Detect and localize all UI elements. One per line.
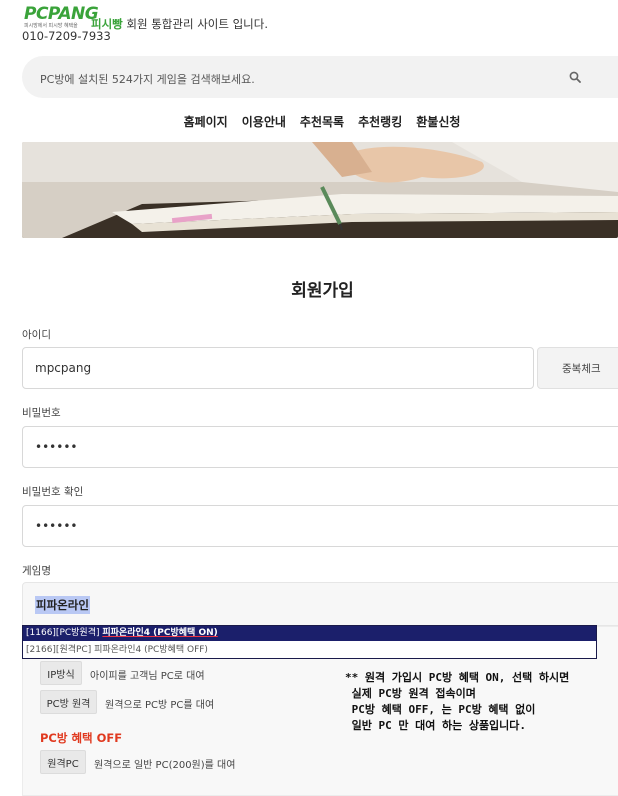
pc-remote-tag: PC방 원격 <box>40 690 97 714</box>
duplicate-check-button[interactable]: 중복체크 <box>537 347 618 389</box>
nav-home[interactable]: 홈페이지 <box>184 113 228 130</box>
password-field[interactable] <box>22 426 618 468</box>
remote-pc-tag: 원격PC <box>40 750 86 774</box>
nav-refund[interactable]: 환불신청 <box>416 113 460 130</box>
banner-illustration <box>22 142 618 238</box>
logo-text: PCPANG <box>24 4 99 24</box>
password-label: 비밀번호 <box>22 407 61 419</box>
site-tagline: 피시빵 회원 통합관리 사이트 입니다. <box>91 16 268 32</box>
password-confirm-value: •••••• <box>35 519 78 533</box>
id-value: mpcpang <box>35 361 92 375</box>
nav-recommend-list[interactable]: 추천목록 <box>300 113 344 130</box>
ip-method-tag: IP방식 <box>40 661 82 685</box>
remote-pc-desc: 원격으로 일반 PC(200원)를 대여 <box>94 760 236 771</box>
dropdown-option-pc-remote[interactable]: [1166][PC방원격] 피파온라인4 (PC방혜택 ON) <box>23 626 596 641</box>
id-label: 아이디 <box>22 329 51 341</box>
dropdown-option-remote-pc[interactable]: [2166][원격PC] 피파온라인4 (PC방혜택 OFF) <box>23 642 596 658</box>
remote-note: ** 원격 가입시 PC방 혜택 ON, 선택 하시면 실제 PC방 원격 접속… <box>345 671 570 732</box>
pc-remote-desc: 원격으로 PC방 PC를 대여 <box>105 700 215 711</box>
main-nav: 홈페이지 이용안내 추천목록 추천랭킹 환불신청 <box>0 113 618 130</box>
password-confirm-field[interactable] <box>22 505 618 547</box>
tagline-text: 회원 통합관리 사이트 입니다. <box>122 17 268 31</box>
password-confirm-label: 비밀번호 확인 <box>22 486 84 498</box>
game-name-label: 게임명 <box>22 565 51 577</box>
nav-guide[interactable]: 이용안내 <box>242 113 286 130</box>
hero-banner <box>22 142 618 238</box>
option-name: 피파온라인4 (PC방혜택 ON) <box>102 628 218 638</box>
benefit-off-title: PC방 혜택 OFF <box>40 731 123 745</box>
logo[interactable]: PCPANG 피시방에서 피시방 혜택을 <box>24 4 99 30</box>
search-icon[interactable] <box>569 71 581 83</box>
game-name-value: 피파온라인 <box>35 596 90 614</box>
id-field[interactable] <box>22 347 534 389</box>
ip-method-desc: 아이피를 고객님 PC로 대여 <box>90 671 205 682</box>
password-value: •••••• <box>35 440 78 454</box>
option-prefix: [1166][PC방원격] <box>26 628 103 638</box>
game-name-field[interactable] <box>22 582 618 626</box>
nav-recommend-ranking[interactable]: 추천랭킹 <box>358 113 402 130</box>
search-input[interactable]: PC방에 설치된 524가지 게임을 검색해보세요. <box>40 71 255 87</box>
page-title: 회원가입 <box>291 281 354 301</box>
phone-number: 010-7209-7933 <box>22 29 111 43</box>
